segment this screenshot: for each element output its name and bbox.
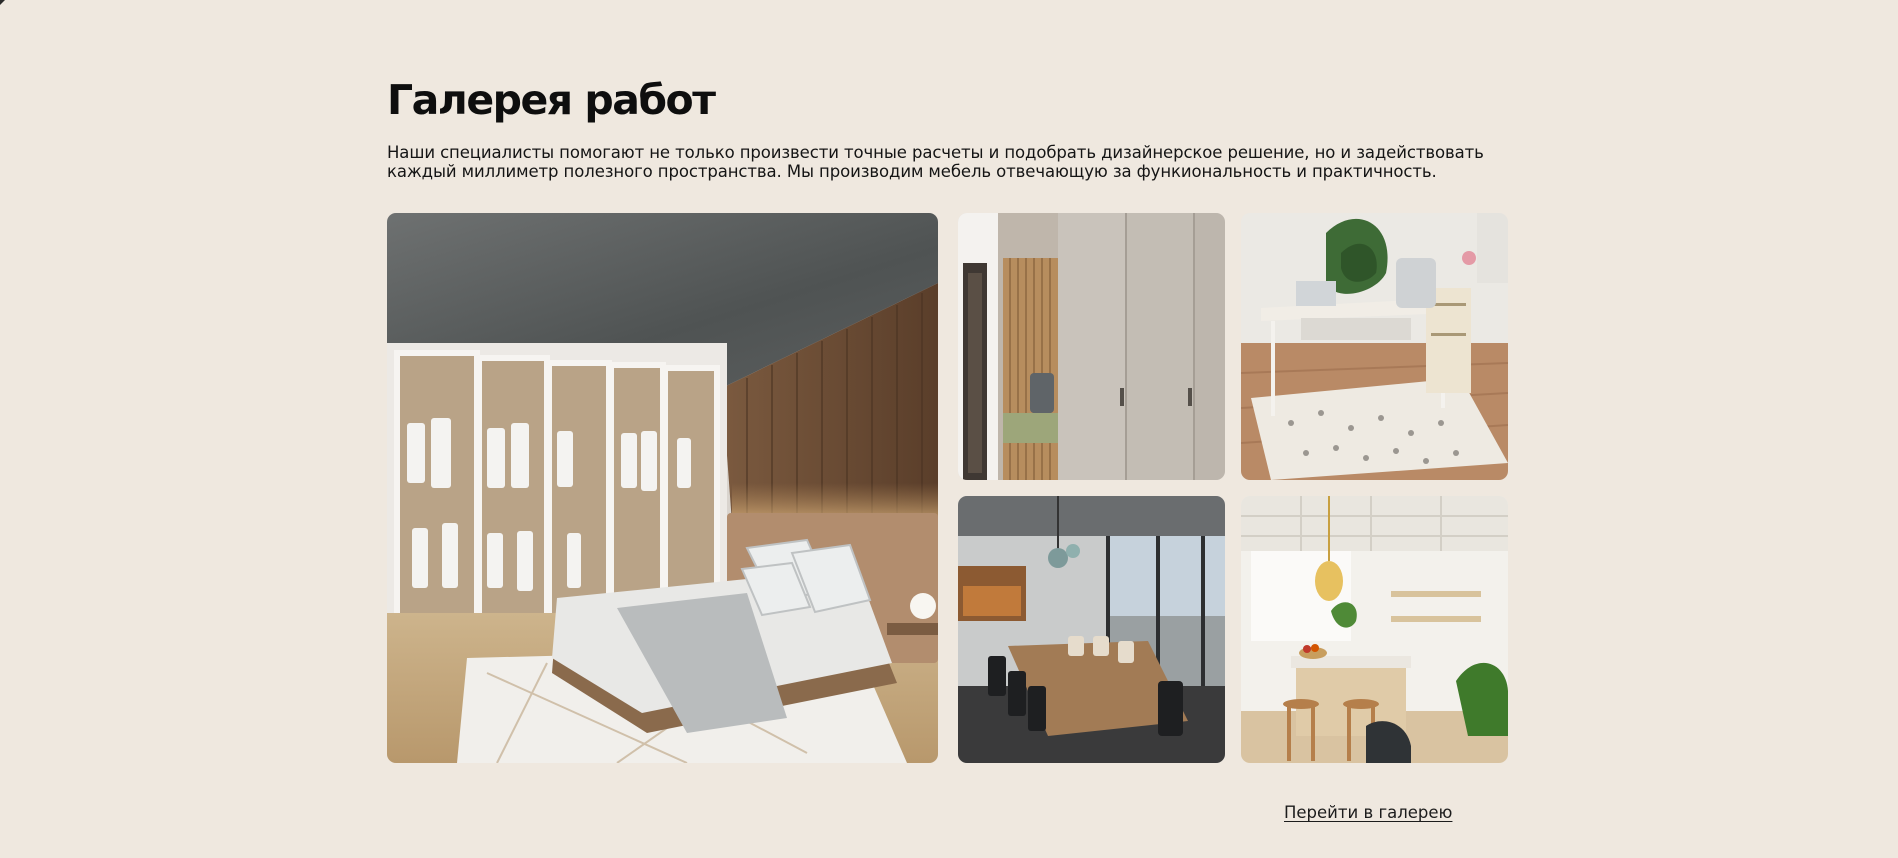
meeting-room-photo: [958, 496, 1225, 763]
section-title: Галерея работ: [387, 76, 716, 124]
go-to-gallery-link[interactable]: Перейти в галерею: [1284, 803, 1452, 822]
section-description: Наши специалисты помогают не только прои…: [387, 143, 1484, 181]
bedroom-photo: [387, 213, 938, 763]
wardrobe-photo: [958, 213, 1225, 480]
gallery-image-wardrobe[interactable]: [958, 213, 1225, 480]
kitchen-photo: [1241, 496, 1508, 763]
gallery-image-meeting-room[interactable]: [958, 496, 1225, 763]
gallery-image-kitchen[interactable]: [1241, 496, 1508, 763]
gallery-image-bedroom[interactable]: [387, 213, 938, 763]
gallery-image-home-office[interactable]: [1241, 213, 1508, 480]
home-office-photo: [1241, 213, 1508, 480]
window-corner: [0, 0, 5, 5]
